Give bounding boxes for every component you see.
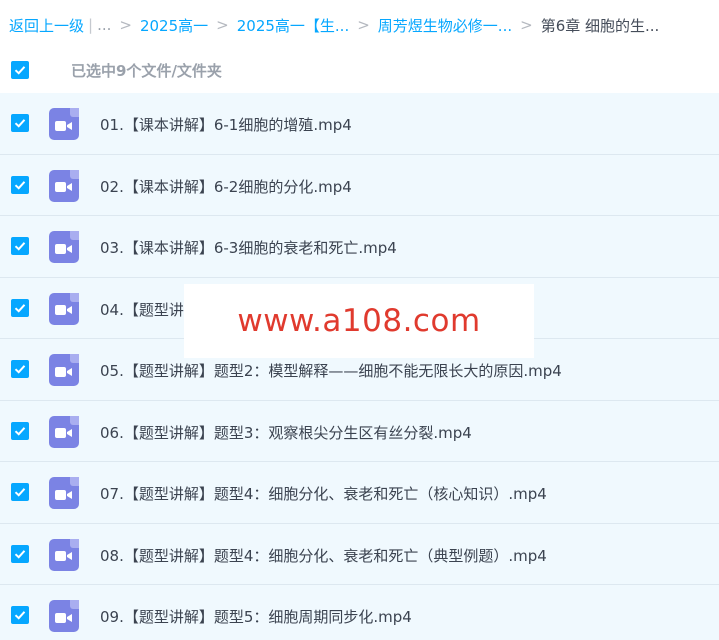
video-file-icon — [49, 477, 79, 509]
file-checkbox[interactable] — [11, 360, 29, 378]
video-file-icon — [49, 538, 79, 571]
breadcrumb-separator-icon: > — [216, 16, 229, 34]
video-camera-icon — [55, 120, 72, 131]
file-row[interactable]: 06.【题型讲解】题型3：观察根尖分生区有丝分裂.mp4 — [0, 400, 719, 462]
checkmark-icon — [14, 119, 26, 128]
video-camera-icon — [55, 305, 72, 315]
file-checkbox[interactable] — [11, 421, 29, 440]
file-row[interactable]: 01.【课本讲解】6-1细胞的增殖.mp4 — [0, 93, 719, 155]
file-checkbox[interactable] — [11, 606, 29, 624]
file-name[interactable]: 07.【题型讲解】题型4：细胞分化、衰老和死亡（核心知识）.mp4 — [100, 483, 547, 504]
back-link[interactable]: 返回上一级 — [9, 15, 84, 36]
breadcrumb-current: 第6章 细胞的生... — [540, 16, 660, 35]
file-checkbox[interactable] — [11, 298, 29, 317]
breadcrumb-item[interactable]: 2025高一【生... — [237, 15, 349, 36]
video-file-icon — [49, 231, 79, 263]
checkmark-icon — [14, 180, 26, 190]
file-name[interactable]: 06.【题型讲解】题型3：观察根尖分生区有丝分裂.mp4 — [100, 422, 472, 443]
video-file-icon — [49, 415, 79, 448]
video-camera-icon — [55, 612, 72, 623]
checkmark-icon — [14, 426, 26, 436]
select-all-checkbox[interactable] — [11, 61, 29, 79]
file-row[interactable]: 09.【题型讲解】题型5：细胞周期同步化.mp4 — [0, 585, 719, 640]
watermark-overlay: www.a108.com — [184, 284, 534, 358]
checkmark-icon — [14, 66, 26, 75]
file-name[interactable]: 05.【题型讲解】题型2：模型解释——细胞不能无限长大的原因.mp4 — [100, 360, 562, 381]
video-camera-icon — [55, 182, 72, 192]
file-checkbox[interactable] — [11, 483, 29, 501]
video-file-icon — [49, 108, 79, 140]
breadcrumb-separator-icon: > — [520, 16, 533, 34]
file-name[interactable]: 08.【题型讲解】题型4：细胞分化、衰老和死亡（典型例题）.mp4 — [100, 545, 547, 566]
checkmark-icon — [14, 488, 26, 497]
file-name[interactable]: 02.【课本讲解】6-2细胞的分化.mp4 — [100, 176, 352, 197]
file-checkbox[interactable] — [11, 114, 29, 132]
file-row[interactable]: 03.【课本讲解】6-3细胞的衰老和死亡.mp4 — [0, 216, 719, 278]
breadcrumb: 返回上一级 | ... > 2025高一 > 2025高一【生... > 周芳煜… — [9, 12, 659, 38]
file-name[interactable]: 03.【课本讲解】6-3细胞的衰老和死亡.mp4 — [100, 237, 397, 258]
checkmark-icon — [14, 303, 26, 313]
select-all-row: 已选中9个文件/文件夹 — [0, 56, 719, 86]
video-file-icon — [49, 169, 79, 202]
file-name[interactable]: 04.【题型讲 — [100, 299, 184, 320]
checkmark-icon — [14, 365, 26, 374]
video-file-icon — [49, 354, 79, 386]
selection-count-label: 已选中9个文件/文件夹 — [71, 62, 222, 80]
breadcrumb-divider: | — [88, 16, 94, 34]
file-row[interactable]: 02.【课本讲解】6-2细胞的分化.mp4 — [0, 154, 719, 216]
breadcrumb-separator-icon: > — [119, 16, 132, 34]
file-checkbox[interactable] — [11, 544, 29, 563]
file-name[interactable]: 09.【题型讲解】题型5：细胞周期同步化.mp4 — [100, 606, 412, 627]
video-camera-icon — [55, 428, 72, 438]
checkmark-icon — [14, 611, 26, 620]
file-row[interactable]: 07.【题型讲解】题型4：细胞分化、衰老和死亡（核心知识）.mp4 — [0, 462, 719, 524]
video-camera-icon — [55, 551, 72, 561]
checkmark-icon — [14, 549, 26, 559]
file-row[interactable]: 08.【题型讲解】题型4：细胞分化、衰老和死亡（典型例题）.mp4 — [0, 523, 719, 585]
checkmark-icon — [14, 242, 26, 251]
video-file-icon — [49, 292, 79, 325]
file-checkbox[interactable] — [11, 237, 29, 255]
video-file-icon — [49, 600, 79, 632]
breadcrumb-ellipsis[interactable]: ... — [97, 16, 111, 34]
video-camera-icon — [55, 489, 72, 500]
breadcrumb-item[interactable]: 2025高一 — [140, 15, 208, 36]
file-name[interactable]: 01.【课本讲解】6-1细胞的增殖.mp4 — [100, 114, 352, 135]
breadcrumb-separator-icon: > — [357, 16, 370, 34]
file-browser: 返回上一级 | ... > 2025高一 > 2025高一【生... > 周芳煜… — [0, 0, 719, 640]
file-checkbox[interactable] — [11, 175, 29, 194]
video-camera-icon — [55, 366, 72, 377]
file-list: 01.【课本讲解】6-1细胞的增殖.mp4 02.【课本讲解】6-2细胞的分化.m… — [0, 93, 719, 640]
video-camera-icon — [55, 243, 72, 254]
breadcrumb-item[interactable]: 周芳煜生物必修一... — [378, 15, 512, 36]
